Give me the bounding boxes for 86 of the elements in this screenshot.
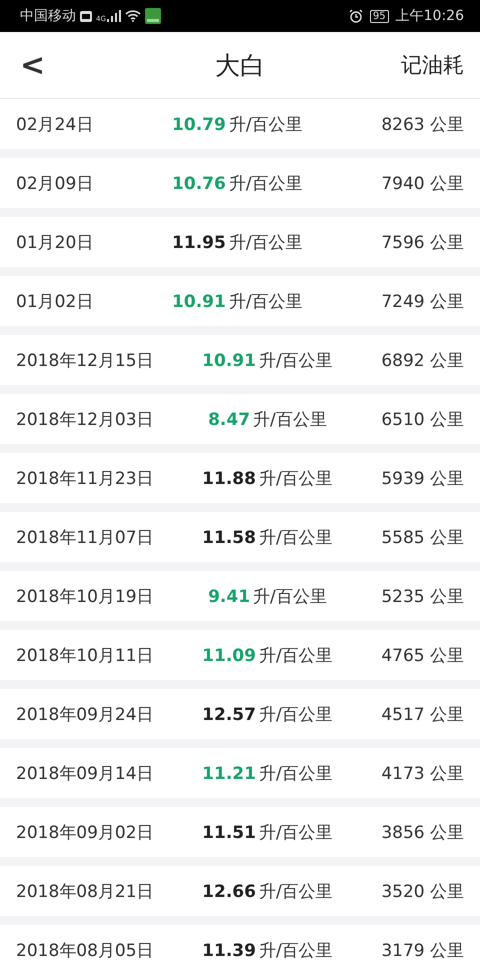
consumption-unit: 升/百公里 bbox=[258, 762, 333, 784]
record-date: 2018年09月02日 bbox=[16, 822, 154, 844]
record-date: 2018年09月24日 bbox=[16, 704, 154, 726]
record-date: 2018年10月19日 bbox=[16, 586, 154, 608]
app-notification-icon bbox=[144, 8, 161, 24]
record-date: 2018年09月14日 bbox=[16, 762, 154, 784]
signal-icon bbox=[106, 10, 121, 22]
consumption-unit: 升/百公里 bbox=[253, 586, 327, 608]
consumption-value: 11.95 bbox=[172, 232, 226, 252]
record-date: 2018年08月05日 bbox=[16, 940, 154, 960]
consumption-unit: 升/百公里 bbox=[258, 822, 333, 844]
odometer-reading: 5235 公里 bbox=[381, 586, 464, 608]
clock: 上午10:26 bbox=[396, 7, 464, 25]
odometer-reading: 8263 公里 bbox=[381, 114, 464, 136]
record-row[interactable]: 2018年12月03日 8.47 升/百公里 6510 公里 bbox=[0, 394, 480, 444]
odometer-reading: 4517 公里 bbox=[381, 704, 464, 726]
consumption-unit: 升/百公里 bbox=[258, 644, 333, 666]
record-date: 01月02日 bbox=[16, 290, 94, 312]
consumption-value: 11.58 bbox=[202, 528, 256, 548]
record-row[interactable]: 2018年09月24日 12.57 升/百公里 4517 公里 bbox=[0, 689, 480, 739]
consumption-value: 11.09 bbox=[202, 646, 256, 666]
record-date: 2018年11月23日 bbox=[16, 468, 154, 490]
consumption-unit: 升/百公里 bbox=[228, 290, 303, 312]
consumption-value: 10.76 bbox=[172, 174, 226, 194]
battery-level: 95 bbox=[370, 10, 389, 22]
record-date: 02月24日 bbox=[16, 114, 94, 136]
consumption-unit: 升/百公里 bbox=[258, 880, 333, 902]
odometer-reading: 3520 公里 bbox=[381, 880, 464, 902]
record-date: 2018年11月07日 bbox=[16, 526, 154, 548]
record-row[interactable]: 2018年12月15日 10.91 升/百公里 6892 公里 bbox=[0, 335, 480, 385]
consumption-value: 8.47 bbox=[208, 410, 250, 430]
consumption-value: 10.79 bbox=[172, 114, 226, 134]
odometer-reading: 5585 公里 bbox=[381, 526, 464, 548]
record-date: 2018年12月15日 bbox=[16, 350, 154, 372]
record-row[interactable]: 2018年11月23日 11.88 升/百公里 5939 公里 bbox=[0, 453, 480, 503]
consumption-unit: 升/百公里 bbox=[258, 940, 333, 960]
consumption-value: 12.66 bbox=[202, 882, 256, 902]
page-title: 大白 bbox=[215, 50, 265, 82]
record-date: 2018年08月21日 bbox=[16, 880, 154, 902]
record-row[interactable]: 2018年10月19日 9.41 升/百公里 5235 公里 bbox=[0, 571, 480, 621]
record-fuel-button[interactable]: 记油耗 bbox=[401, 51, 480, 79]
record-date: 2018年12月03日 bbox=[16, 408, 154, 430]
back-button[interactable]: < bbox=[0, 48, 46, 82]
carrier-name: 中国移动 bbox=[20, 7, 76, 25]
wifi-icon bbox=[124, 10, 141, 22]
odometer-reading: 7940 公里 bbox=[381, 172, 464, 194]
record-row[interactable]: 02月24日 10.79 升/百公里 8263 公里 bbox=[0, 99, 480, 149]
record-row[interactable]: 2018年09月14日 11.21 升/百公里 4173 公里 bbox=[0, 748, 480, 798]
record-row[interactable]: 2018年08月05日 11.39 升/百公里 3179 公里 bbox=[0, 925, 480, 960]
consumption-value: 10.91 bbox=[202, 350, 256, 370]
consumption-unit: 升/百公里 bbox=[253, 408, 327, 430]
consumption-value: 9.41 bbox=[208, 586, 250, 606]
consumption-unit: 升/百公里 bbox=[258, 704, 333, 726]
odometer-reading: 4765 公里 bbox=[381, 644, 464, 666]
odometer-reading: 3856 公里 bbox=[381, 822, 464, 844]
hd-icon bbox=[80, 10, 92, 22]
record-date: 02月09日 bbox=[16, 172, 94, 194]
alarm-icon bbox=[348, 9, 363, 23]
consumption-value: 11.51 bbox=[202, 822, 256, 842]
odometer-reading: 7596 公里 bbox=[381, 232, 464, 254]
record-row[interactable]: 01月02日 10.91 升/百公里 7249 公里 bbox=[0, 276, 480, 326]
consumption-value: 12.57 bbox=[202, 704, 256, 724]
odometer-reading: 6510 公里 bbox=[381, 408, 464, 430]
consumption-unit: 升/百公里 bbox=[228, 232, 303, 254]
consumption-unit: 升/百公里 bbox=[258, 526, 333, 548]
consumption-value: 11.88 bbox=[202, 468, 256, 488]
consumption-unit: 升/百公里 bbox=[228, 172, 303, 194]
consumption-value: 10.91 bbox=[172, 292, 226, 312]
record-row[interactable]: 01月20日 11.95 升/百公里 7596 公里 bbox=[0, 217, 480, 267]
odometer-reading: 6892 公里 bbox=[381, 350, 464, 372]
record-row[interactable]: 2018年10月11日 11.09 升/百公里 4765 公里 bbox=[0, 630, 480, 680]
record-row[interactable]: 02月09日 10.76 升/百公里 7940 公里 bbox=[0, 158, 480, 208]
record-date: 2018年10月11日 bbox=[16, 644, 154, 666]
consumption-value: 11.39 bbox=[202, 940, 256, 960]
odometer-reading: 4173 公里 bbox=[381, 762, 464, 784]
record-row[interactable]: 2018年09月02日 11.51 升/百公里 3856 公里 bbox=[0, 807, 480, 857]
consumption-unit: 升/百公里 bbox=[258, 350, 333, 372]
consumption-unit: 升/百公里 bbox=[258, 468, 333, 490]
odometer-reading: 3179 公里 bbox=[381, 940, 464, 960]
consumption-unit: 升/百公里 bbox=[228, 114, 303, 136]
record-date: 01月20日 bbox=[16, 232, 94, 254]
odometer-reading: 7249 公里 bbox=[381, 290, 464, 312]
record-row[interactable]: 2018年11月07日 11.58 升/百公里 5585 公里 bbox=[0, 512, 480, 562]
record-row[interactable]: 2018年08月21日 12.66 升/百公里 3520 公里 bbox=[0, 866, 480, 916]
consumption-value: 11.21 bbox=[202, 764, 256, 784]
odometer-reading: 5939 公里 bbox=[381, 468, 464, 490]
